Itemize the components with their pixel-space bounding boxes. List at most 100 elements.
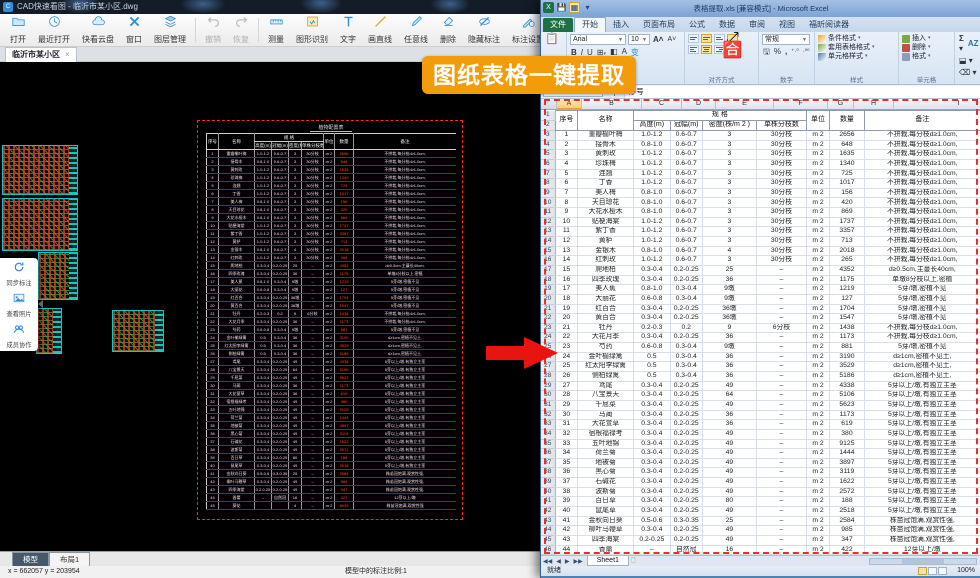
spreadsheet-grid[interactable]: 1序号名称规 格单位数量备注2高度(m)冠幅(m)密度(株/m 2 )单株分枝数… <box>541 110 980 555</box>
column-header-B[interactable]: B <box>582 99 642 110</box>
drawing-thumbnail[interactable] <box>2 198 78 251</box>
toolbar-measure-button[interactable]: 测量 <box>262 15 290 46</box>
row-header[interactable]: 41 <box>541 497 555 507</box>
ribbon-tab-视图[interactable]: 视图 <box>772 18 802 32</box>
toolbar-hide-annotation-button[interactable]: 隐藏标注 <box>462 15 506 46</box>
decrease-decimal-icon[interactable]: ·⁰⁰ <box>802 47 811 57</box>
drawing-thumbnail[interactable] <box>36 308 62 354</box>
column-header-I[interactable]: I <box>894 99 980 110</box>
toolbar-shape-recognize-button[interactable]: 图形识别 <box>290 15 334 46</box>
ribbon-tab-公式[interactable]: 公式 <box>682 18 712 32</box>
column-header-F[interactable]: F <box>774 99 828 110</box>
align-center-icon[interactable] <box>701 45 712 54</box>
align-top-icon[interactable] <box>688 34 699 43</box>
clear-icon[interactable]: ⌫ ▾ <box>958 68 978 78</box>
row-header[interactable]: 3 <box>541 131 555 141</box>
column-header-G[interactable]: G <box>828 99 854 110</box>
row-header[interactable]: 17 <box>541 265 555 275</box>
autosum-icon[interactable]: Σ ▾ <box>958 34 965 54</box>
fill-icon[interactable]: ⬓ ▾ <box>958 56 974 66</box>
ribbon-tab-福昕阅读器[interactable]: 福昕阅读器 <box>802 18 856 32</box>
row-header[interactable]: 22 <box>541 314 555 324</box>
row-header[interactable]: 29 <box>541 381 555 391</box>
paste-icon[interactable]: 📋 <box>544 34 560 44</box>
zoom-level[interactable]: 100% <box>957 566 975 576</box>
row-header[interactable]: 32 <box>541 410 555 420</box>
ribbon-tab-审阅[interactable]: 审阅 <box>742 18 772 32</box>
column-header-C[interactable]: C <box>642 99 682 110</box>
cells-button-0[interactable]: 插入▾ <box>902 34 951 43</box>
drawing-thumbnail[interactable] <box>38 252 78 300</box>
first-sheet-icon[interactable]: ◀◀ <box>541 558 554 565</box>
toolbar-cloud-button[interactable]: 快看云盘 <box>76 15 120 46</box>
normal-view-icon[interactable] <box>918 567 927 575</box>
drawing-thumbnail[interactable] <box>112 310 164 352</box>
row-header[interactable]: 2 <box>541 121 555 131</box>
close-icon[interactable]: × <box>65 50 70 59</box>
row-header[interactable]: 15 <box>541 246 555 256</box>
row-header[interactable]: 39 <box>541 478 555 488</box>
page-break-view-icon[interactable] <box>938 567 947 575</box>
row-header[interactable]: 23 <box>541 323 555 333</box>
toolbar-eraser-button[interactable]: 删除 <box>434 15 462 46</box>
ribbon-tab-文件[interactable]: 文件 <box>543 18 573 32</box>
styles-button-0[interactable]: 条件格式▾ <box>818 34 895 43</box>
column-header-E[interactable]: E <box>716 99 774 110</box>
last-sheet-icon[interactable]: ▶▶ <box>571 558 584 565</box>
ribbon-tab-插入[interactable]: 插入 <box>606 18 636 32</box>
ribbon-tab-页面布局[interactable]: 页面布局 <box>636 18 682 32</box>
row-header[interactable]: 30 <box>541 391 555 401</box>
align-middle-icon[interactable] <box>701 34 712 43</box>
row-header[interactable]: 42 <box>541 506 555 516</box>
row-header[interactable]: 7 <box>541 169 555 179</box>
collapse-arrow-icon[interactable] <box>38 300 43 308</box>
row-header[interactable]: 45 <box>541 535 555 545</box>
row-header[interactable]: 5 <box>541 150 555 160</box>
tab-model[interactable]: 模型 <box>12 552 49 566</box>
row-header[interactable]: 8 <box>541 179 555 189</box>
row-header[interactable]: 34 <box>541 429 555 439</box>
row-header[interactable]: 11 <box>541 208 555 218</box>
row-header[interactable]: 37 <box>541 458 555 468</box>
grow-font-icon[interactable]: A˄ <box>652 35 664 45</box>
column-header-A[interactable]: A <box>557 99 582 110</box>
next-sheet-icon[interactable]: ▶ <box>563 558 572 565</box>
row-header[interactable]: 44 <box>541 526 555 536</box>
row-header[interactable]: 21 <box>541 304 555 314</box>
side-panel-sync-button[interactable]: 同步标注 <box>0 258 38 289</box>
sort-icon[interactable]: A︎Z↓ <box>967 39 980 49</box>
tab-layout1[interactable]: 布局1 <box>49 552 90 566</box>
toolbar-window-button[interactable]: 窗口 <box>120 15 148 46</box>
row-header[interactable]: 28 <box>541 372 555 382</box>
cells-button-1[interactable]: 删除▾ <box>902 43 951 52</box>
formula-input[interactable]: 序号 <box>624 86 980 98</box>
cells-button-2[interactable]: 格式▾ <box>902 52 951 61</box>
toolbar-text-button[interactable]: 文字 <box>334 15 362 46</box>
column-header-D[interactable]: D <box>682 99 716 110</box>
toolbar-recent-clock-button[interactable]: 最近打开 <box>32 15 76 46</box>
toolbar-layers-button[interactable]: 图层管理 <box>148 15 192 46</box>
side-panel-collaborate-button[interactable]: 成员协作 <box>0 320 38 351</box>
select-all-corner[interactable] <box>541 99 557 110</box>
increase-decimal-icon[interactable]: ⁺·⁰ <box>790 47 800 57</box>
prev-sheet-icon[interactable]: ◀ <box>554 558 563 565</box>
font-name-combo[interactable]: Arial▼ <box>570 34 626 45</box>
shrink-font-icon[interactable]: A˅ <box>666 35 677 45</box>
align-left-icon[interactable] <box>688 45 699 54</box>
ribbon-tab-开始[interactable]: 开始 <box>574 17 606 32</box>
row-header[interactable]: 16 <box>541 256 555 266</box>
row-header[interactable]: 9 <box>541 188 555 198</box>
toolbar-freeline-button[interactable]: 任意线 <box>398 15 434 46</box>
styles-button-1[interactable]: 套用表格格式▾ <box>818 43 895 52</box>
row-header[interactable]: 40 <box>541 487 555 497</box>
row-header[interactable]: 12 <box>541 217 555 227</box>
styles-button-2[interactable]: 单元格样式▾ <box>818 52 895 61</box>
cad-doc-tab[interactable]: 临沂市某小区× <box>5 47 77 62</box>
ribbon-tab-数据[interactable]: 数据 <box>712 18 742 32</box>
row-header[interactable]: 38 <box>541 468 555 478</box>
page-layout-view-icon[interactable] <box>928 567 937 575</box>
accounting-format-icon[interactable]: 🖫 <box>762 47 771 57</box>
row-header[interactable]: 18 <box>541 275 555 285</box>
number-format-combo[interactable]: 常规▼ <box>762 34 810 45</box>
row-header[interactable]: 4 <box>541 140 555 150</box>
